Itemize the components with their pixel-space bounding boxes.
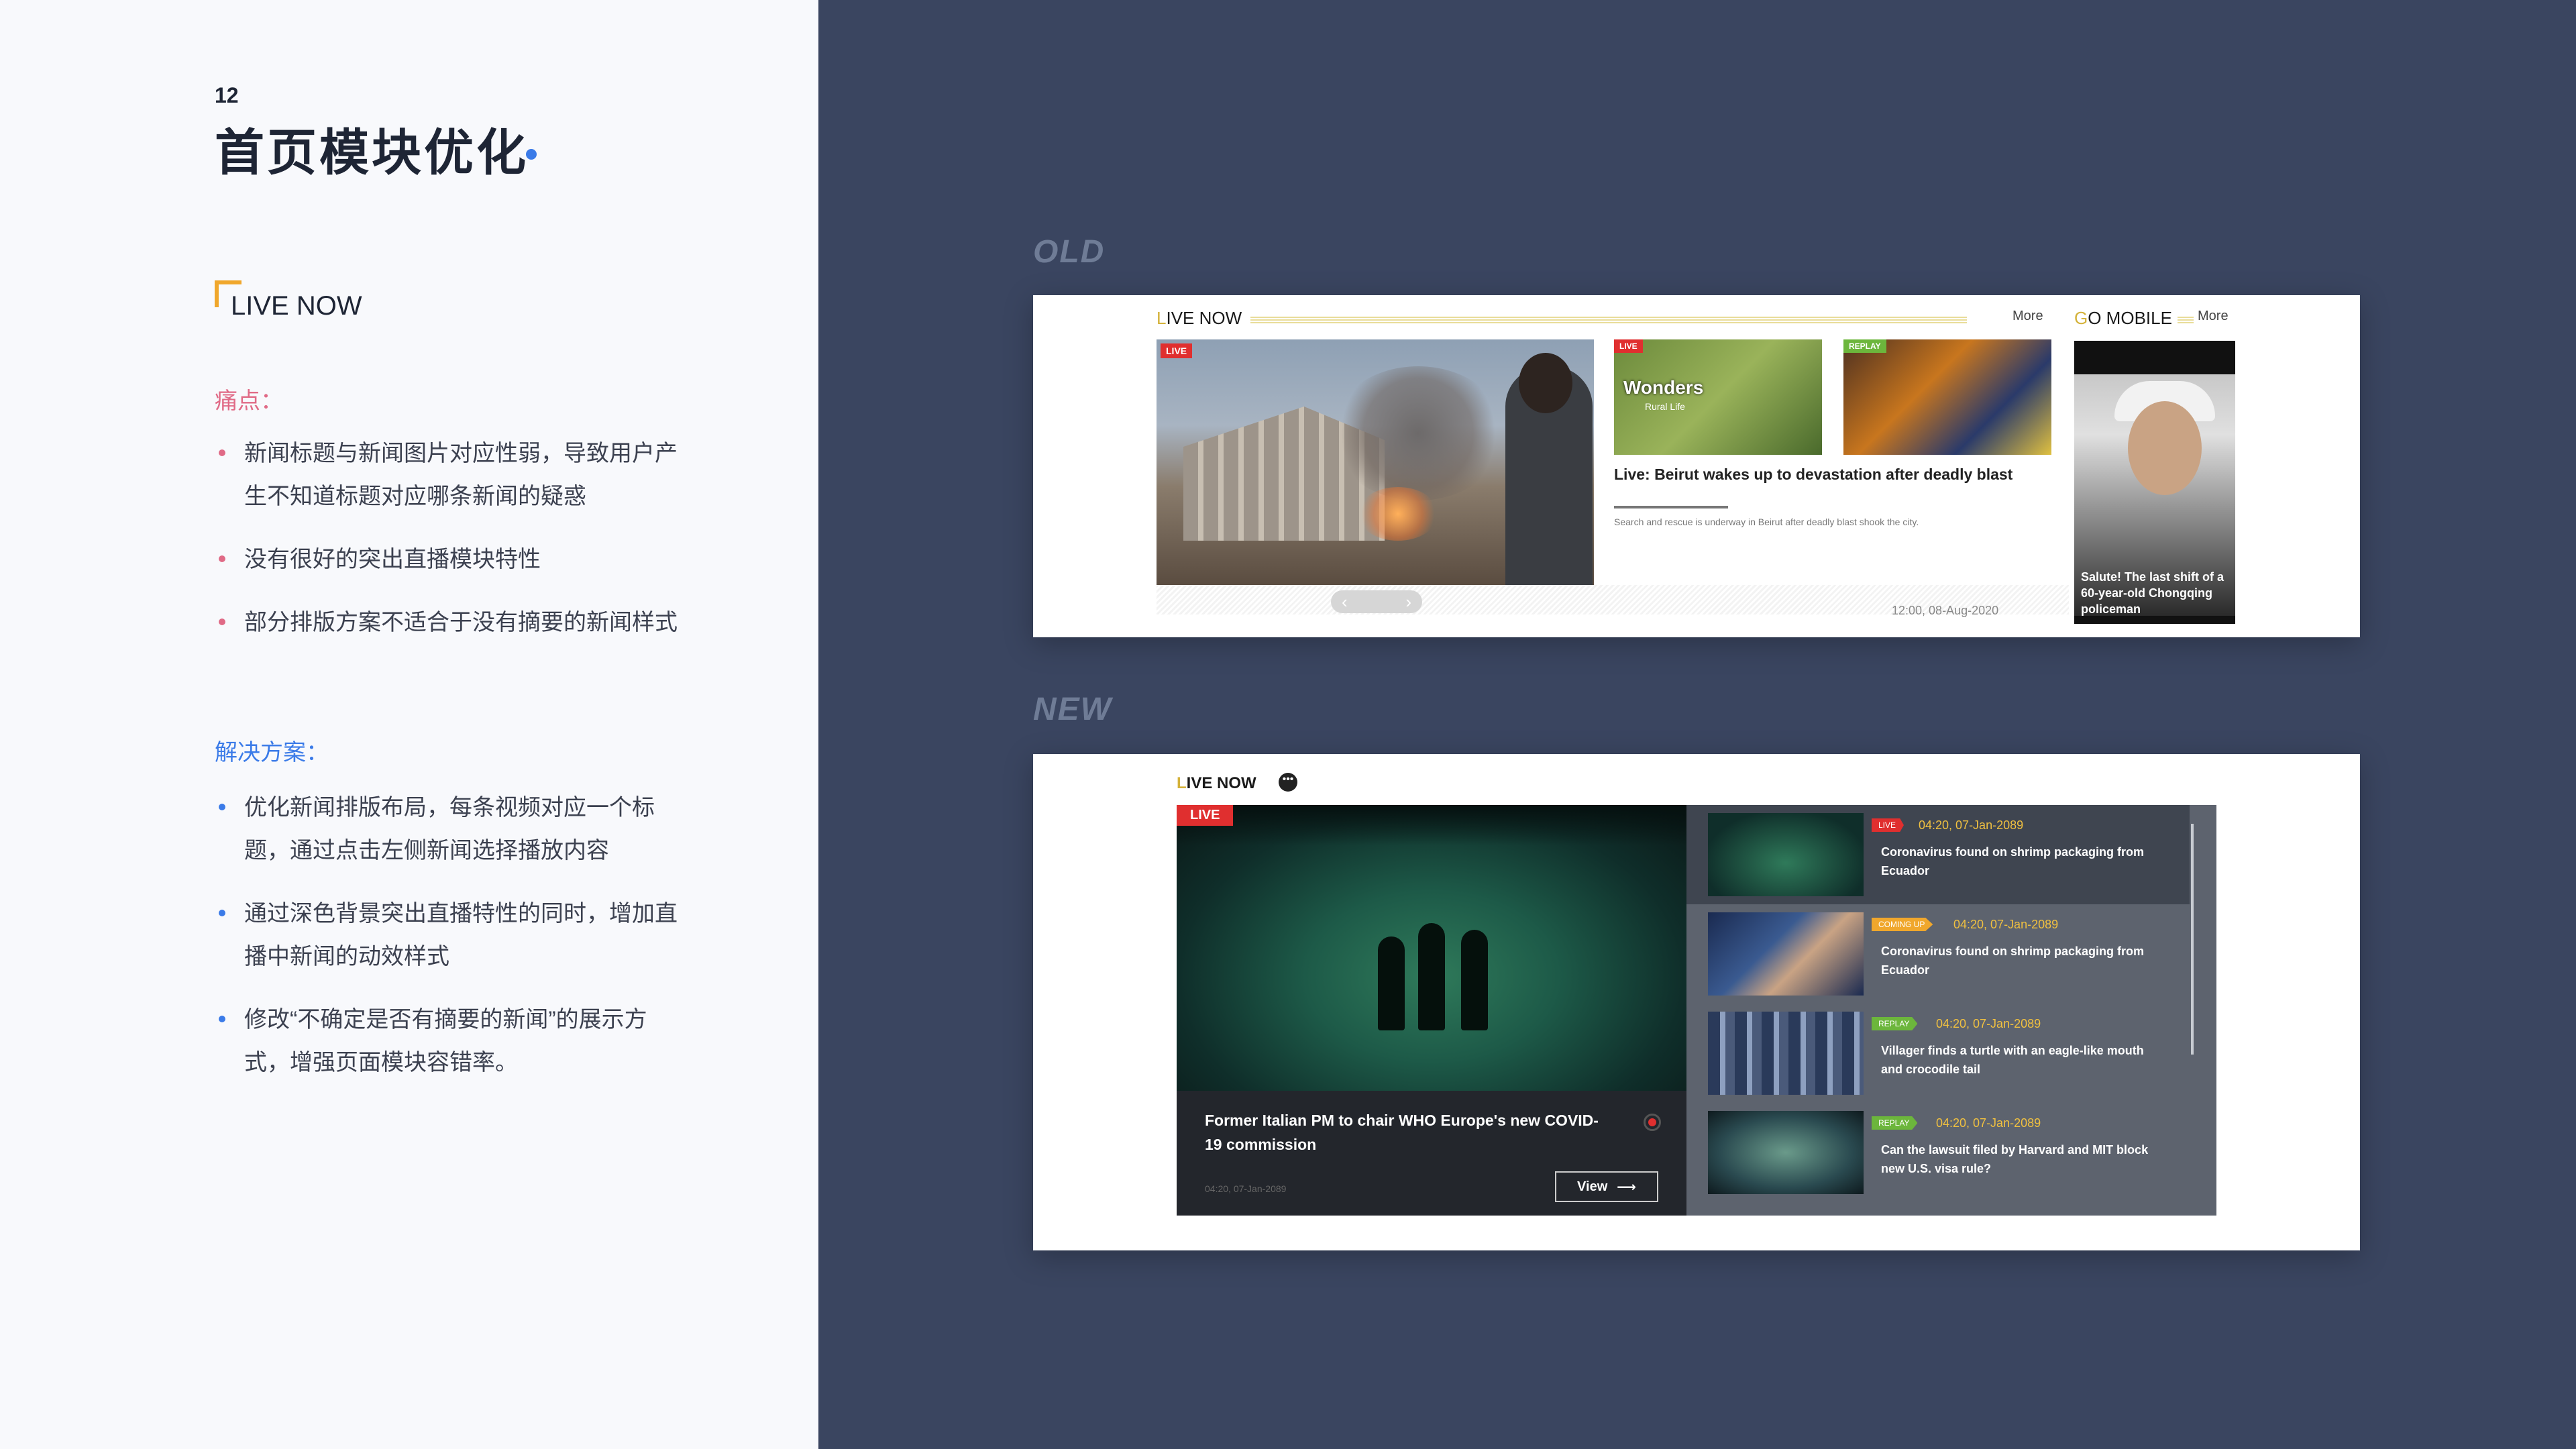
list-item[interactable]: REPLAY 04:20, 07-Jan-2089 Villager finds… [1686,1004,2190,1103]
news-thumbnail [1708,1012,1864,1095]
image-content [1378,936,1405,1030]
live-badge: LIVE [1614,339,1643,353]
new-video-player[interactable]: LIVE Former Italian PM to chair WHO Euro… [1177,805,1686,1216]
live-badge: LIVE [1177,805,1234,826]
list-item: 通过深色背景突出直播特性的同时，增加直播中新闻的动效样式 [215,892,684,978]
solution-list: 优化新闻排版布局，每条视频对应一个标题，通过点击左侧新闻选择播放内容 通过深色背… [215,786,684,1104]
image-content [1358,487,1438,541]
news-title: Coronavirus found on shrimp packaging fr… [1881,945,2145,977]
go-mobile-more-link[interactable]: More [2198,309,2229,324]
thumbnail-brand: Wonders [1623,377,1704,398]
pain-points-list: 新闻标题与新闻图片对应性弱，导致用户产生不知道标题对应哪条新闻的疑惑 没有很好的… [215,432,684,664]
left-panel: 12 首页模块优化 LIVE NOW 痛点： 新闻标题与新闻图片对应性弱，导致用… [0,0,818,1449]
page-number: 12 [215,83,239,107]
go-mobile-video[interactable]: Salute! The last shift of a 60-year-old … [2074,341,2235,624]
replay-badge: REPLAY [1872,1017,1918,1030]
old-tag: OLD [1033,234,1106,270]
recording-icon [1644,1114,1661,1131]
video-frame[interactable] [1177,805,1686,1091]
news-thumbnail [1708,1111,1864,1194]
news-thumbnail [1708,813,1864,896]
new-tag: NEW [1033,692,1112,727]
more-icon[interactable]: ••• [1279,773,1297,792]
list-item: 没有很好的突出直播模块特性 [215,538,684,581]
news-timestamp: 04:20, 07-Jan-2089 [1953,918,2059,931]
old-thumbnail[interactable]: LIVE Wonders Rural Life [1614,339,1822,455]
image-content [1177,805,1686,845]
replay-badge: REPLAY [1843,339,1886,353]
old-summary: Search and rescue is underway in Beirut … [1614,517,1919,527]
chevron-left-icon[interactable]: ‹ [1342,592,1348,612]
new-live-now-title: LIVE NOW [1177,774,1256,792]
news-title: Coronavirus found on shrimp packaging fr… [1881,845,2145,877]
view-button[interactable]: View ⟶ [1555,1171,1658,1202]
live-badge: LIVE [1872,818,1904,832]
list-item[interactable]: LIVE 04:20, 07-Jan-2089 Coronavirus foun… [1686,805,2190,904]
bullet-icon [219,910,225,916]
news-thumbnail [1708,912,1864,996]
list-scrollbar[interactable] [2191,824,2194,1055]
solution-label: 解决方案： [215,740,329,765]
old-more-link[interactable]: More [2012,309,2043,324]
page-title: 首页模块优化 [215,125,529,180]
new-headline: Former Italian PM to chair WHO Europe's … [1205,1112,1599,1153]
live-badge: LIVE [1161,343,1193,358]
pain-points-label: 痛点： [215,388,283,414]
old-thumbnail[interactable]: REPLAY [1843,339,2051,455]
list-item: 修改“不确定是否有摘要的新闻”的展示方式，增强页面模块容错率。 [215,998,684,1084]
list-item: 优化新闻排版布局，每条视频对应一个标题，通过点击左侧新闻选择播放内容 [215,786,684,872]
old-live-now-title: L IVE NOW [1157,307,1242,328]
go-mobile-title: GO MOBILE [2074,307,2172,328]
go-mobile-caption: Salute! The last shift of a 60-year-old … [2081,570,2224,616]
replay-badge: REPLAY [1872,1116,1918,1130]
bullet-icon [219,804,225,810]
bullet-icon [219,619,225,625]
bullet-icon [219,555,225,562]
image-content [2128,401,2202,495]
new-timestamp: 04:20, 07-Jan-2089 [1205,1183,1287,1194]
bullet-icon [219,449,225,456]
title-dot-icon [526,149,537,160]
slide: 12 首页模块优化 LIVE NOW 痛点： 新闻标题与新闻图片对应性弱，导致用… [0,0,2576,1449]
news-title: Villager finds a turtle with an eagle-li… [1881,1044,2144,1076]
list-item: 部分排版方案不适合于没有摘要的新闻样式 [215,601,684,644]
image-content [1461,930,1488,1030]
new-news-list: LIVE 04:20, 07-Jan-2089 Coronavirus foun… [1686,805,2216,1216]
news-timestamp: 04:20, 07-Jan-2089 [1936,1017,2041,1030]
section-title: LIVE NOW [231,291,362,321]
list-item[interactable]: REPLAY 04:20, 07-Jan-2089 Can the lawsui… [1686,1103,2190,1202]
list-item[interactable]: COMING UP 04:20, 07-Jan-2089 Coronavirus… [1686,904,2190,1004]
bullet-icon [219,1016,225,1022]
carousel-arrows[interactable]: ‹ › [1331,590,1422,613]
new-module: LIVE NOW ••• LIVE Former Italian PM to c… [1033,754,2360,1250]
old-main-video[interactable]: LIVE [1157,339,1594,585]
chevron-right-icon[interactable]: › [1405,592,1411,612]
news-title: Can the lawsuit filed by Harvard and MIT… [1881,1143,2149,1175]
old-headline[interactable]: Live: Beirut wakes up to devastation aft… [1614,464,2017,484]
image-content [1519,353,1572,413]
arrow-right-icon: ⟶ [1617,1179,1636,1195]
image-content [1418,923,1445,1030]
image-content [1331,366,1505,500]
news-timestamp: 04:20, 07-Jan-2089 [1936,1116,2041,1130]
headline-underline [1614,506,1728,508]
thumbnail-brand-sub: Rural Life [1645,401,1685,412]
list-item: 新闻标题与新闻图片对应性弱，导致用户产生不知道标题对应哪条新闻的疑惑 [215,432,684,518]
old-module: L IVE NOW More GO MOBILE More LIVE LIVE W… [1033,295,2360,637]
news-timestamp: 04:20, 07-Jan-2089 [1919,818,2024,832]
old-timestamp: 12:00, 08-Aug-2020 [1892,604,1999,617]
title-stripe [2178,315,2194,323]
coming-up-badge: COMING UP [1872,918,1933,931]
title-stripe [1250,315,1967,323]
